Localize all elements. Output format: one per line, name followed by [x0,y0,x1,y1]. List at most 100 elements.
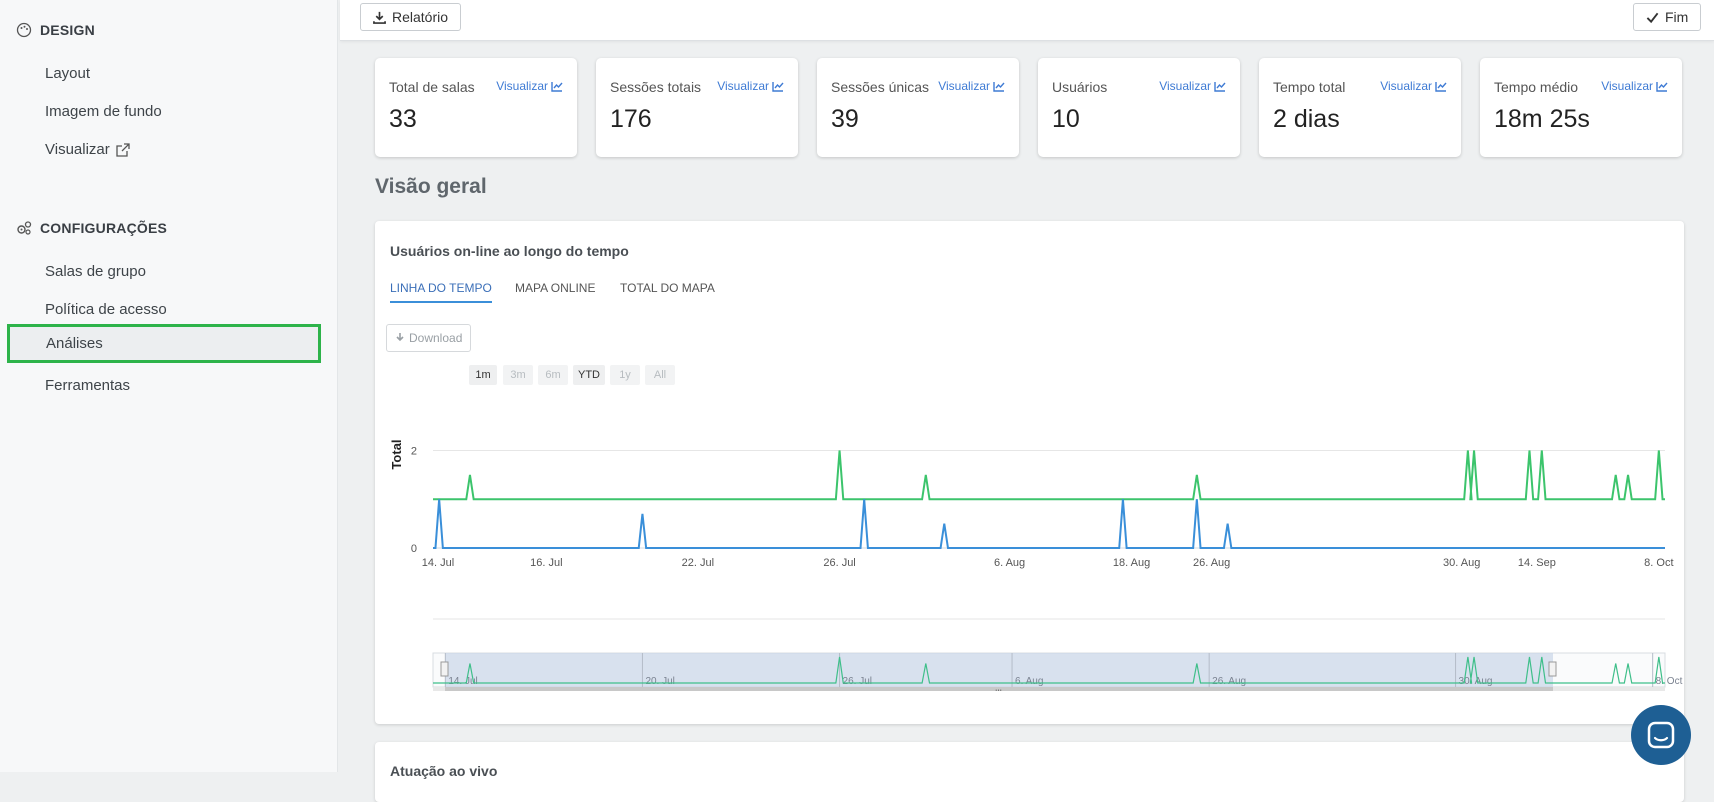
stat-value: 18m 25s [1494,105,1590,133]
x-tick-label: 22. Jul [682,557,714,569]
navigator-tick-label: 8. Oct [1656,676,1683,687]
x-tick-label: 6. Aug [994,557,1025,569]
online-users-panel: Usuários on-line ao longo do tempo LINHA… [375,221,1684,724]
navigator-tick-label: 20. Jul [645,676,674,687]
series-line-0 [433,450,1665,501]
line-chart-icon [1214,81,1226,92]
view-link-label: Visualizar [496,79,548,93]
series-line-1 [433,499,1665,549]
stat-label: Total de salas [389,79,475,95]
stat-label: Tempo total [1273,79,1346,95]
sidebar-item-preview[interactable]: Visualizar [45,141,131,158]
finish-button-label: Fim [1665,9,1689,25]
view-link[interactable]: Visualizar [1159,79,1226,93]
scroll-left-arrow-icon[interactable]: ◂ [437,688,442,691]
stat-card-users: Usuários Visualizar 10 [1038,58,1240,157]
navigator-selection[interactable] [445,653,1553,687]
palette-icon [16,22,32,38]
config-section-title: CONFIGURAÇÕES [40,220,168,236]
line-chart-icon [772,81,784,92]
line-chart-icon [1435,81,1447,92]
download-icon [373,11,386,24]
line-chart-icon [993,81,1005,92]
view-link-label: Visualizar [1159,79,1211,93]
stat-card-total-rooms: Total de salas Visualizar 33 [375,58,577,157]
sidebar-item-group-rooms[interactable]: Salas de grupo [45,263,146,280]
gears-icon [17,221,32,235]
navigator-tick-label: 26. Jul [843,676,872,687]
config-section-header: CONFIGURAÇÕES [16,220,167,236]
view-link-label: Visualizar [938,79,990,93]
stat-value: 176 [610,105,652,133]
overview-heading: Visão geral [375,175,487,198]
view-link[interactable]: Visualizar [496,79,563,93]
navigator-tick-label: 26. Aug [1212,676,1246,687]
view-link[interactable]: Visualizar [1380,79,1447,93]
stat-card-average-time: Tempo médio Visualizar 18m 25s [1480,58,1682,157]
sidebar-item-label: Salas de grupo [45,263,146,280]
view-link[interactable]: Visualizar [938,79,1005,93]
sidebar-item-tools[interactable]: Ferramentas [45,377,130,394]
view-link-label: Visualizar [1380,79,1432,93]
stat-value: 39 [831,105,859,133]
scroll-grip-icon[interactable]: ||| [995,688,1002,691]
stat-card-total-sessions: Sessões totais Visualizar 176 [596,58,798,157]
scroll-right-arrow-icon[interactable]: ▸ [1656,688,1661,691]
x-tick-layer: 14. Jul 16. Jul 22. Jul 26. Jul 6. Aug 18. Au… [422,557,1674,569]
line-chart-icon [551,81,563,92]
x-tick-label: 14. Jul [422,557,454,569]
sidebar-item-label: Ferramentas [45,377,131,394]
line-chart-icon [1656,81,1668,92]
view-link-label: Visualizar [717,79,769,93]
y-axis-label: Total [389,439,404,469]
panel-title: Atuação ao vivo [390,763,498,779]
sidebar: DESIGN Layout Imagem de fundo Visualizar… [0,0,338,772]
sidebar-item-label: Layout [45,65,91,82]
sidebar-item-background-image[interactable]: Imagem de fundo [45,103,162,120]
stat-label: Usuários [1052,79,1108,95]
x-tick-label: 8. Oct [1644,557,1673,569]
navigator-tick-label: 30. Aug [1459,676,1493,687]
sidebar-item-label: Política de acesso [45,301,167,318]
design-section-header: DESIGN [16,22,95,38]
report-button[interactable]: Relatório [360,3,462,31]
x-tick-label: 26. Jul [823,557,855,569]
stat-card-unique-sessions: Sessões únicas Visualizar 39 [817,58,1019,157]
stat-value: 10 [1052,105,1080,133]
top-toolbar: Relatório Fim [340,0,1714,41]
finish-button[interactable]: Fim [1633,3,1702,31]
navigator-tick-label: 6. Aug [1015,676,1043,687]
x-tick-label: 30. Aug [1443,557,1480,569]
check-icon [1646,12,1659,23]
navigator-handle-right[interactable] [1548,661,1557,677]
x-tick-label: 26. Aug [1193,557,1230,569]
sidebar-item-layout[interactable]: Layout [45,65,90,82]
navigator-handle-left[interactable] [440,661,449,677]
report-button-label: Relatório [392,9,449,25]
x-tick-label: 18. Aug [1113,557,1150,569]
sidebar-item-access-policy[interactable]: Política de acesso [45,301,167,318]
sidebar-item-label: Visualizar [45,141,110,158]
view-link[interactable]: Visualizar [1601,79,1668,93]
view-link[interactable]: Visualizar [717,79,784,93]
sidebar-item-analytics[interactable]: Análises [7,324,321,363]
chat-launcher-button[interactable] [1631,705,1691,765]
live-activity-panel: Atuação ao vivo [375,742,1684,802]
design-section-title: DESIGN [40,22,95,38]
chat-icon [1647,721,1675,749]
sidebar-item-label: Imagem de fundo [45,103,162,120]
stat-label: Sessões totais [610,79,702,95]
x-tick-label: 16. Jul [530,557,562,569]
stat-label: Sessões únicas [831,79,930,95]
online-users-chart: Total 0 2 14. Jul 16. Jul 22. Jul 26. Jul 6.… [389,439,1683,691]
main-content: Relatório Fim Total de salas Visualizar … [340,0,1714,802]
y-tick-0: 0 [411,543,417,555]
stat-label: Tempo médio [1494,79,1579,95]
series-layer [433,450,1665,549]
stat-card-total-time: Tempo total Visualizar 2 dias [1259,58,1461,157]
external-link-icon [116,142,130,157]
stat-value: 2 dias [1273,105,1340,133]
sidebar-item-label: Análises [46,335,103,352]
stat-value: 33 [389,105,417,133]
x-tick-label: 14. Sep [1518,557,1556,569]
